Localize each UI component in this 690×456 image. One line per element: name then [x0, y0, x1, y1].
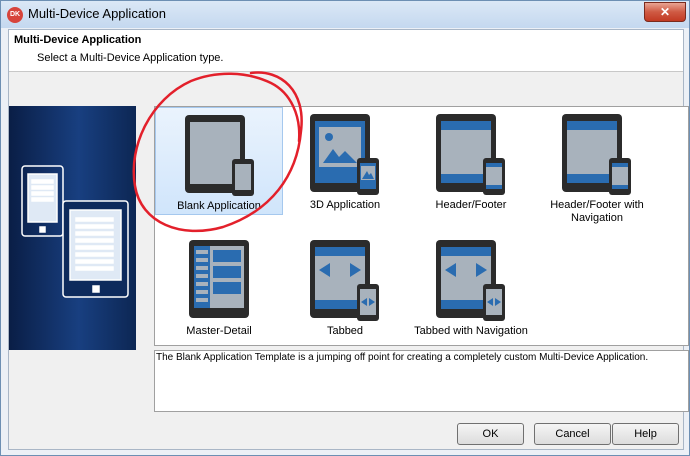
wizard-header: Multi-Device Application Select a Multi-…: [9, 30, 683, 72]
template-tile-tabbed-navigation[interactable]: Tabbed with Navigation: [407, 233, 535, 341]
wizard-subtitle: Select a Multi-Device Application type.: [37, 52, 224, 64]
wizard-title: Multi-Device Application: [14, 34, 142, 46]
template-label: Tabbed with Navigation: [414, 325, 528, 337]
template-label: Blank Application: [177, 200, 261, 212]
template-label: Header/Footer with Navigation: [550, 199, 644, 224]
template-label: Header/Footer: [435, 199, 507, 211]
dialog-window: DK Multi-Device Application ✕ Multi-Devi…: [0, 0, 690, 456]
tabbed-template-icon: [310, 240, 379, 321]
template-tile-header-footer-navigation[interactable]: Header/Footer with Navigation: [533, 107, 661, 224]
template-tile-3d[interactable]: 3D Application: [281, 107, 409, 215]
dialog-content: Multi-Device Application Select a Multi-…: [8, 29, 689, 450]
header-footer-template-icon: [436, 114, 505, 195]
header-footer-navigation-template-icon: [562, 114, 631, 195]
cancel-button[interactable]: Cancel: [534, 423, 611, 445]
close-button[interactable]: ✕: [644, 2, 686, 22]
window-title: Multi-Device Application: [28, 6, 167, 21]
help-button[interactable]: Help: [612, 423, 679, 445]
blank-template-icon: [185, 115, 254, 196]
devices-illustration: [21, 165, 129, 298]
template-tile-blank[interactable]: Blank Application: [155, 107, 283, 215]
template-label: Tabbed: [326, 325, 364, 337]
template-tile-master-detail[interactable]: Master-Detail: [155, 233, 283, 341]
template-label: Master-Detail: [186, 325, 252, 337]
wizard-banner-image: [9, 106, 136, 350]
template-description: The Blank Application Template is a jump…: [154, 350, 689, 412]
app-logo-icon: DK: [7, 7, 23, 23]
template-grid[interactable]: Blank Application 3D Application Header/…: [154, 106, 689, 346]
template-label: 3D Application: [309, 199, 381, 211]
tabbed-navigation-template-icon: [436, 240, 505, 321]
ok-button[interactable]: OK: [457, 423, 524, 445]
template-tile-header-footer[interactable]: Header/Footer: [407, 107, 535, 215]
title-bar[interactable]: DK Multi-Device Application ✕: [1, 1, 689, 28]
3d-template-icon: [310, 114, 379, 195]
template-tile-tabbed[interactable]: Tabbed: [281, 233, 409, 341]
master-detail-template-icon: [189, 240, 249, 318]
